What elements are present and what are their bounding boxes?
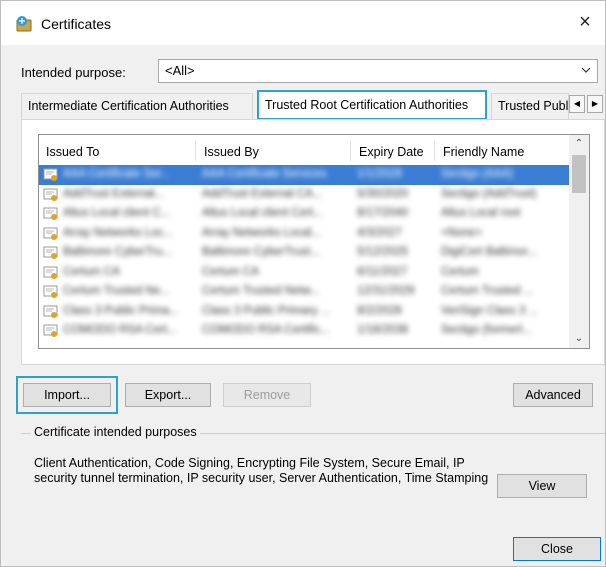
certificate-icon xyxy=(43,324,58,337)
advanced-button[interactable]: Advanced xyxy=(513,383,593,407)
cell-issued-by: COMODO RSA Certific... xyxy=(202,324,330,336)
close-icon[interactable]: × xyxy=(573,11,597,35)
cell-issued-to: Array Networks Loc... xyxy=(63,226,173,239)
cell-expiry: 5/30/2020 xyxy=(357,187,409,200)
table-row[interactable]: Baltimore CyberTru... Baltimore CyberTru… xyxy=(39,243,569,263)
column-header-expiry-date[interactable]: Expiry Date xyxy=(352,135,424,165)
certificate-icon xyxy=(43,305,58,318)
certificate-list[interactable]: Issued To Issued By Expiry Date Friendly… xyxy=(38,134,590,349)
table-row[interactable]: AddTrust External... AddTrust External C… xyxy=(39,185,569,205)
certificate-icon xyxy=(43,207,58,220)
title-bar: Certificates × xyxy=(1,1,605,45)
tab-trusted-publishers[interactable]: Trusted Publ xyxy=(491,93,569,119)
table-row[interactable]: Class 3 Public Prima... Class 3 Public P… xyxy=(39,302,569,322)
cell-issued-to: AddTrust External... xyxy=(63,187,165,200)
certificates-app-icon xyxy=(16,16,32,32)
cell-issued-by: Class 3 Public Primary ... xyxy=(202,304,331,317)
certificate-icon xyxy=(43,246,58,259)
cell-issued-by: AAA Certificate Services xyxy=(202,168,327,180)
table-row[interactable]: COMODO RSA Cert... COMODO RSA Certific..… xyxy=(39,321,569,341)
cell-issued-by: AddTrust External CA... xyxy=(202,187,323,200)
cell-expiry: 1/1/2029 xyxy=(357,168,402,180)
cell-friendly-name: Sectigo (AAA) xyxy=(441,168,514,180)
cell-friendly-name: Altus Local root xyxy=(441,207,521,219)
tab-scroll-right-button[interactable]: ▶ xyxy=(587,95,603,113)
cell-expiry: 6/11/2027 xyxy=(357,265,408,278)
cell-issued-by: Certum Trusted Netw... xyxy=(202,285,320,297)
cell-friendly-name: DigiCert Baltimor... xyxy=(441,246,537,258)
tab-intermediate-ca[interactable]: Intermediate Certification Authorities xyxy=(21,93,253,119)
tab-panel: Issued To Issued By Expiry Date Friendly… xyxy=(21,119,605,365)
column-divider[interactable] xyxy=(195,141,196,161)
cell-issued-to: Certum Trusted Ne... xyxy=(63,285,170,297)
cell-issued-to: AAA Certificate Ser... xyxy=(63,168,171,180)
table-row[interactable]: Certum Trusted Ne... Certum Trusted Netw… xyxy=(39,282,569,302)
tab-scroll-left-button[interactable]: ◀ xyxy=(569,95,585,113)
scroll-down-icon[interactable]: ⌄ xyxy=(569,330,589,348)
intended-purpose-value: <All> xyxy=(165,63,195,78)
cell-expiry: 8/2/2028 xyxy=(357,304,402,317)
column-divider[interactable] xyxy=(350,141,351,161)
certificate-icon xyxy=(43,285,58,298)
cell-friendly-name: Certum Trusted ... xyxy=(441,285,534,297)
cell-expiry: 12/31/2029 xyxy=(357,285,415,297)
cell-expiry: 4/3/2027 xyxy=(357,226,402,239)
window-title: Certificates xyxy=(41,16,112,32)
cell-issued-to: Altus Local client C... xyxy=(63,207,171,219)
certificate-icon xyxy=(43,227,58,240)
cell-issued-to: Certum CA xyxy=(63,265,120,278)
cell-friendly-name: VeriSign Class 3 ... xyxy=(441,304,539,317)
cell-issued-by: Altus Local client Cert... xyxy=(202,207,323,219)
cell-issued-to: Baltimore CyberTru... xyxy=(63,246,172,258)
certificate-purposes-text: Client Authentication, Code Signing, Enc… xyxy=(34,456,489,485)
certificate-icon xyxy=(43,266,58,279)
cell-issued-by: Certum CA xyxy=(202,265,259,278)
cell-friendly-name: <None> xyxy=(441,226,482,239)
scrollbar-thumb[interactable] xyxy=(572,155,586,193)
intended-purpose-label: Intended purpose: xyxy=(21,65,126,80)
cell-friendly-name: Sectigo (formerl... xyxy=(441,324,532,336)
column-header-issued-to[interactable]: Issued To xyxy=(39,135,99,165)
cell-issued-by: Array Networks Local... xyxy=(202,226,321,239)
certificate-icon xyxy=(43,168,58,181)
cell-issued-to: COMODO RSA Cert... xyxy=(63,324,177,336)
cell-issued-by: Baltimore CyberTrust... xyxy=(202,246,320,258)
cell-expiry: 5/12/2025 xyxy=(357,246,409,258)
cell-issued-to: Class 3 Public Prima... xyxy=(63,304,179,317)
certificates-dialog: Certificates × Intended purpose: <All> I… xyxy=(0,0,606,567)
certificate-icon xyxy=(43,188,58,201)
table-row[interactable]: Certum CA Certum CA 6/11/2027 Certum xyxy=(39,263,569,283)
chevron-down-icon xyxy=(581,67,591,73)
cell-expiry: 1/18/2038 xyxy=(357,324,409,336)
list-scrollbar[interactable]: ⌃ ⌄ xyxy=(569,135,589,348)
column-divider[interactable] xyxy=(434,141,435,161)
tab-trusted-root-ca[interactable]: Trusted Root Certification Authorities xyxy=(257,90,487,120)
table-row[interactable]: AAA Certificate Ser... AAA Certificate S… xyxy=(39,165,569,185)
cell-friendly-name: Certum xyxy=(441,265,479,278)
remove-button[interactable]: Remove xyxy=(223,383,311,407)
column-header-issued-by[interactable]: Issued By xyxy=(197,135,259,165)
group-title: Certificate intended purposes xyxy=(31,425,200,439)
list-rows: AAA Certificate Ser... AAA Certificate S… xyxy=(39,165,569,341)
scroll-up-icon[interactable]: ⌃ xyxy=(569,135,589,153)
column-header-friendly-name[interactable]: Friendly Name xyxy=(436,135,524,165)
export-button[interactable]: Export... xyxy=(125,383,211,407)
table-row[interactable]: Altus Local client C... Altus Local clie… xyxy=(39,204,569,224)
view-button[interactable]: View xyxy=(497,474,587,498)
close-button[interactable]: Close xyxy=(513,537,601,561)
intended-purpose-select[interactable]: <All> xyxy=(158,59,598,83)
certificate-store-tabs: Intermediate Certification Authorities T… xyxy=(21,90,606,120)
cell-expiry: 8/17/2040 xyxy=(357,207,409,219)
import-button[interactable]: Import... xyxy=(16,376,118,414)
table-row[interactable]: Array Networks Loc... Array Networks Loc… xyxy=(39,224,569,244)
list-header: Issued To Issued By Expiry Date Friendly… xyxy=(39,135,569,165)
cell-friendly-name: Sectigo (AddTrust) xyxy=(441,187,537,200)
